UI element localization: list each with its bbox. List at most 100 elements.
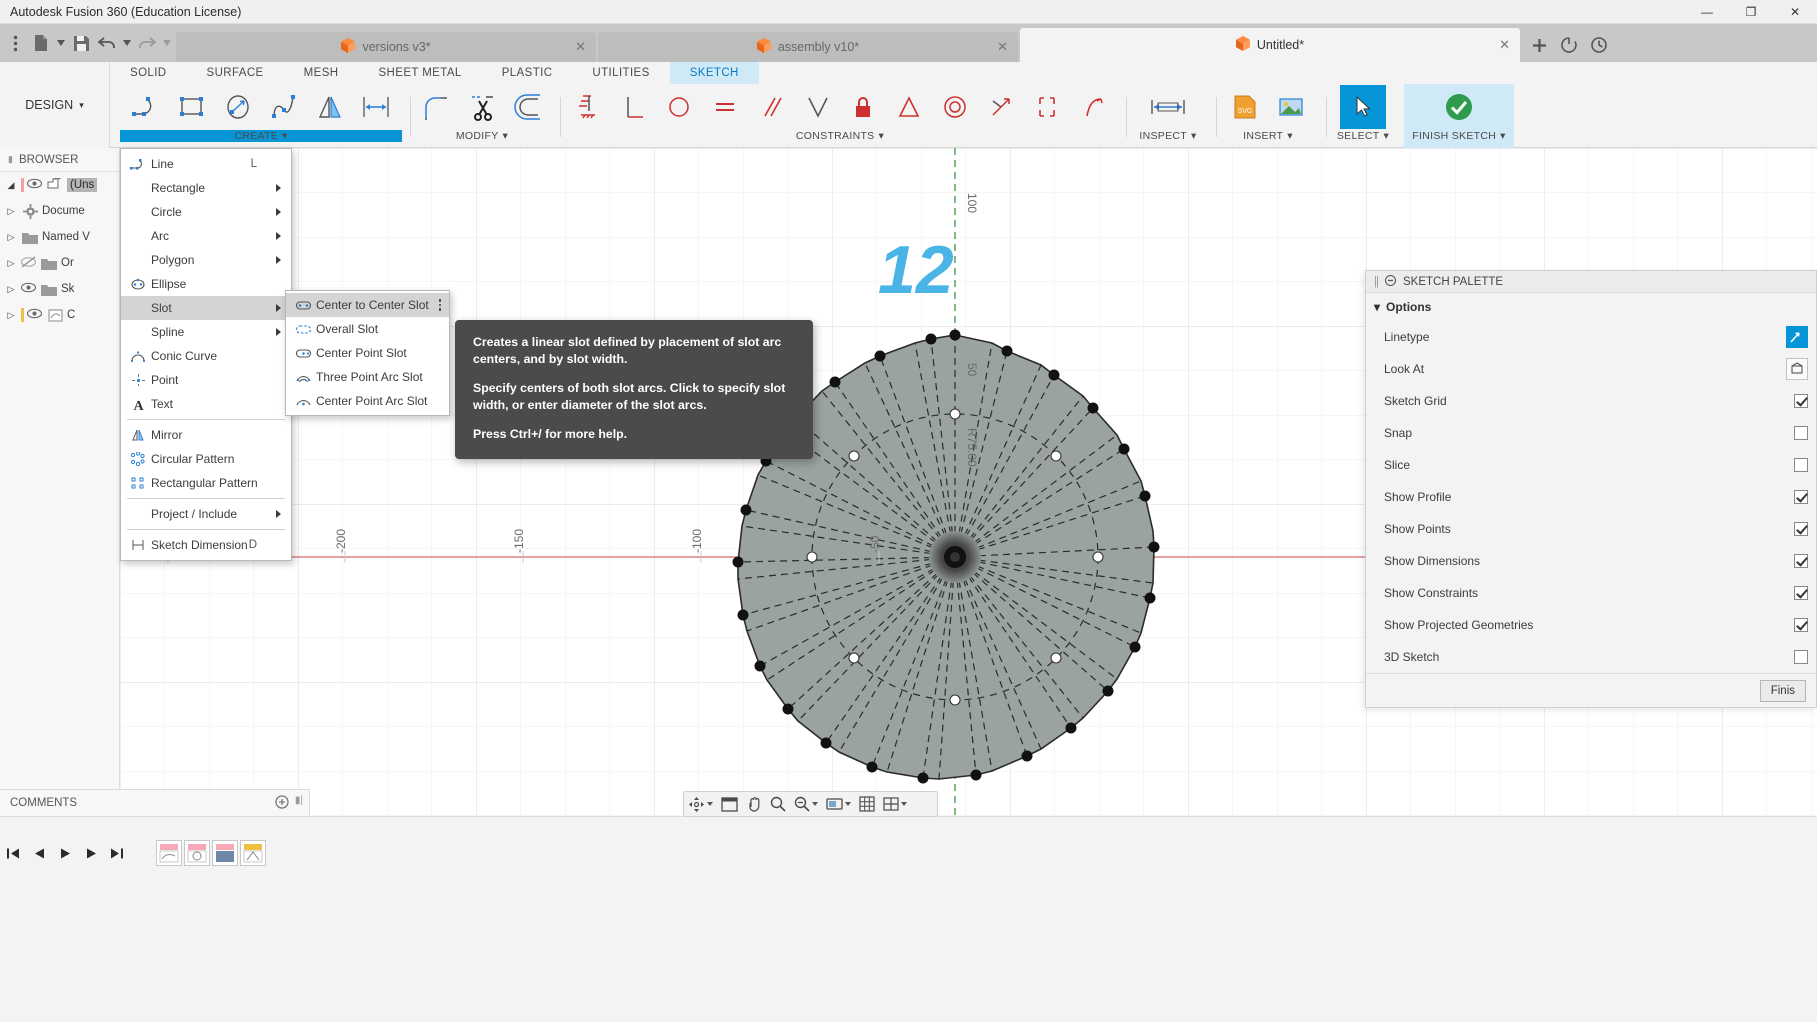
linetype-icon[interactable] — [1786, 326, 1808, 348]
snap-checkbox[interactable] — [1794, 426, 1808, 440]
sketch-palette-header[interactable]: || SKETCH PALETTE — [1366, 271, 1816, 293]
save-icon[interactable] — [68, 28, 94, 58]
minimize-button[interactable]: — — [1685, 0, 1729, 24]
menu-item-point[interactable]: Point — [121, 368, 291, 392]
menu-item-slot[interactable]: Slot — [121, 296, 291, 320]
ribbon-tab-plastic[interactable]: PLASTIC — [482, 62, 573, 84]
submenu-item-overall-slot[interactable]: Overall Slot — [286, 317, 449, 341]
viewports-icon[interactable] — [879, 792, 911, 816]
new-document-caret-icon[interactable] — [54, 28, 68, 58]
document-tab-untitled[interactable]: Untitled* ✕ — [1020, 28, 1520, 62]
concentric-constraint-icon[interactable] — [932, 85, 978, 129]
pan-hand-icon[interactable] — [742, 792, 766, 816]
undo-caret-icon[interactable] — [120, 28, 134, 58]
palette-row-show-profile[interactable]: Show Profile — [1366, 481, 1816, 513]
ribbon-tab-utilities[interactable]: UTILITIES — [572, 62, 669, 84]
close-icon[interactable]: ✕ — [1499, 37, 1510, 53]
menu-item-circle[interactable]: Circle — [121, 200, 291, 224]
menu-item-line[interactable]: Line L — [121, 152, 291, 176]
redo-icon[interactable] — [134, 28, 160, 58]
mirror-tool-icon[interactable] — [307, 85, 353, 129]
browser-row-root[interactable]: ◢ (Uns — [0, 172, 119, 198]
spline-tool-icon[interactable] — [261, 85, 307, 129]
palette-section-options[interactable]: ▾ Options — [1366, 293, 1816, 321]
job-status-icon[interactable] — [1554, 30, 1584, 60]
horizontal-vertical-constraint-icon[interactable] — [564, 85, 610, 129]
close-icon[interactable]: ✕ — [575, 39, 586, 55]
equal-constraint-icon[interactable] — [702, 85, 748, 129]
comments-panel[interactable]: COMMENTS ▮| — [0, 789, 310, 816]
look-at-icon[interactable] — [1786, 358, 1808, 380]
menu-item-rectangular-pattern[interactable]: Rectangular Pattern — [121, 471, 291, 495]
jump-to-end-icon[interactable] — [104, 840, 130, 866]
show-points-checkbox[interactable] — [1794, 522, 1808, 536]
show-profile-checkbox[interactable] — [1794, 490, 1808, 504]
expand-triangle-icon[interactable]: ▷ — [4, 258, 18, 269]
submenu-item-three-point-arc-slot[interactable]: Three Point Arc Slot — [286, 365, 449, 389]
create-dropdown-menu[interactable]: Line L Rectangle Circle Arc Polygon Elli… — [120, 148, 292, 561]
menu-item-sketch-dimension[interactable]: Sketch Dimension D — [121, 533, 291, 557]
menu-item-project-include[interactable]: Project / Include — [121, 502, 291, 526]
collinear-constraint-icon[interactable] — [978, 85, 1024, 129]
ribbon-tab-sheet-metal[interactable]: SHEET METAL — [358, 62, 481, 84]
menu-item-mirror[interactable]: Mirror — [121, 423, 291, 447]
expand-triangle-icon[interactable]: ▷ — [4, 206, 18, 217]
line-tool-icon[interactable] — [123, 85, 169, 129]
insert-image-icon[interactable] — [1268, 85, 1314, 129]
tangent-constraint-icon[interactable] — [656, 85, 702, 129]
ribbon-panel-label-create[interactable]: CREATE▾ — [120, 130, 402, 142]
menu-item-polygon[interactable]: Polygon — [121, 248, 291, 272]
ribbon-panel-label-constraints[interactable]: CONSTRAINTS▾ — [562, 130, 1118, 142]
submenu-item-center-to-center-slot[interactable]: Center to Center Slot — [286, 293, 449, 317]
browser-row-sketches[interactable]: ▷ Sk — [0, 276, 119, 302]
palette-row-linetype[interactable]: Linetype — [1366, 321, 1816, 353]
show-projected-geometries-checkbox[interactable] — [1794, 618, 1808, 632]
submenu-item-center-point-slot[interactable]: Center Point Slot — [286, 341, 449, 365]
perpendicular-constraint-icon[interactable] — [794, 85, 840, 129]
show-constraints-checkbox[interactable] — [1794, 586, 1808, 600]
zoom-window-icon[interactable] — [790, 792, 822, 816]
insert-svg-icon[interactable]: SVG — [1222, 85, 1268, 129]
submenu-item-center-point-arc-slot[interactable]: Center Point Arc Slot — [286, 389, 449, 413]
overflow-dots-icon[interactable] — [439, 299, 442, 311]
document-tab-versions[interactable]: versions v3* ✕ — [176, 32, 596, 62]
visibility-eye-icon[interactable] — [27, 308, 43, 322]
panel-grip-icon[interactable]: ▮| — [295, 795, 303, 812]
midpoint-constraint-icon[interactable] — [886, 85, 932, 129]
display-settings-icon[interactable] — [822, 792, 855, 816]
close-icon[interactable]: ✕ — [997, 39, 1008, 55]
ribbon-panel-label-select[interactable]: SELECT▾ — [1328, 130, 1398, 142]
menu-item-arc[interactable]: Arc — [121, 224, 291, 248]
3d-sketch-checkbox[interactable] — [1794, 650, 1808, 664]
new-document-icon[interactable] — [28, 28, 54, 58]
redo-caret-icon[interactable] — [160, 28, 174, 58]
timeline-feature-sketch-2[interactable] — [184, 840, 210, 866]
ribbon-panel-label-finish-sketch[interactable]: FINISH SKETCH▾ — [1404, 130, 1514, 142]
grid-snap-icon[interactable] — [855, 792, 879, 816]
curvature-constraint-icon[interactable] — [1070, 85, 1116, 129]
ribbon-tab-surface[interactable]: SURFACE — [187, 62, 284, 84]
timeline-feature-component[interactable] — [212, 840, 238, 866]
menu-item-conic-curve[interactable]: Conic Curve — [121, 344, 291, 368]
coincident-constraint-icon[interactable] — [610, 85, 656, 129]
app-menu-icon[interactable] — [2, 28, 28, 58]
symmetry-constraint-icon[interactable] — [1024, 85, 1070, 129]
finish-sketch-button[interactable]: Finis — [1760, 680, 1806, 702]
palette-row-sketch-grid[interactable]: Sketch Grid — [1366, 385, 1816, 417]
menu-item-ellipse[interactable]: Ellipse — [121, 272, 291, 296]
document-tab-assembly[interactable]: assembly v10* ✕ — [598, 32, 1018, 62]
ribbon-panel-label-modify[interactable]: MODIFY▾ — [412, 130, 552, 142]
visibility-hidden-eye-icon[interactable] — [21, 256, 37, 271]
expand-triangle-icon[interactable]: ▷ — [4, 310, 18, 321]
palette-row-show-dimensions[interactable]: Show Dimensions — [1366, 545, 1816, 577]
ribbon-tab-sketch[interactable]: SKETCH — [670, 62, 759, 84]
expand-triangle-icon[interactable]: ▷ — [4, 232, 18, 243]
workspace-switcher[interactable]: DESIGN ▾ — [0, 62, 110, 148]
expand-triangle-icon[interactable]: ▷ — [4, 284, 18, 295]
palette-row-show-constraints[interactable]: Show Constraints — [1366, 577, 1816, 609]
zoom-icon[interactable] — [766, 792, 790, 816]
select-cursor-icon[interactable] — [1340, 85, 1386, 129]
palette-row-look-at[interactable]: Look At — [1366, 353, 1816, 385]
circle-tool-icon[interactable] — [215, 85, 261, 129]
add-comment-icon[interactable] — [275, 795, 289, 812]
